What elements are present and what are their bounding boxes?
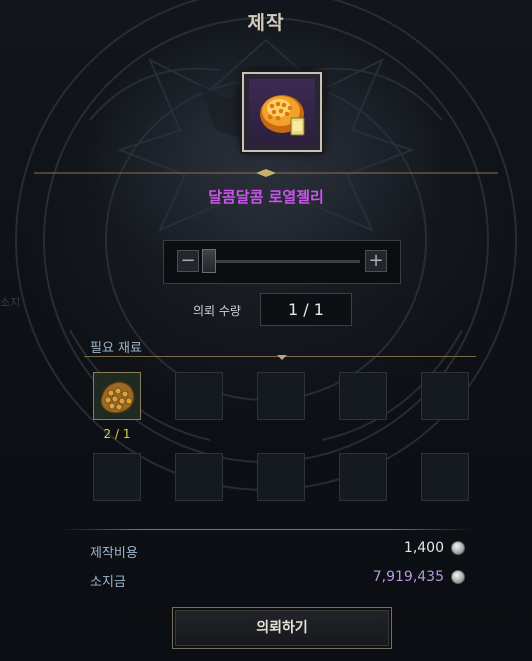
balance-label: 소지금 bbox=[90, 575, 126, 590]
increase-quantity-button[interactable]: + bbox=[365, 250, 387, 272]
decrease-quantity-button[interactable]: − bbox=[177, 250, 199, 272]
material-slot-1[interactable] bbox=[93, 372, 141, 420]
item-name: 달콤달콤 로열젤리 bbox=[208, 188, 324, 206]
plus-icon: + bbox=[368, 250, 384, 271]
materials-section-label: 필요 재료 bbox=[90, 341, 142, 356]
quantity-label: 의뢰 수량 bbox=[193, 304, 241, 318]
silver-coin-icon bbox=[451, 570, 465, 584]
quantity-field[interactable]: 1 / 1 bbox=[260, 293, 352, 326]
craft-cost-label: 제작비용 bbox=[90, 546, 138, 561]
cost-divider bbox=[60, 529, 472, 530]
material-slot-5 bbox=[421, 372, 469, 420]
item-divider bbox=[34, 169, 498, 177]
materials-divider-arrow bbox=[277, 355, 287, 360]
material-slot-9 bbox=[339, 453, 387, 501]
material-slot-3 bbox=[257, 372, 305, 420]
slider-track[interactable] bbox=[204, 260, 360, 263]
crafted-item-slot[interactable] bbox=[242, 72, 322, 152]
slider-handle[interactable] bbox=[202, 249, 216, 273]
craft-cost-value: 1,400 bbox=[403, 540, 444, 556]
material-slot-2 bbox=[175, 372, 223, 420]
material-count: 2 / 1 bbox=[103, 427, 131, 441]
material-slot-4 bbox=[339, 372, 387, 420]
silver-coin-icon bbox=[451, 541, 465, 555]
quantity-slider[interactable]: − + bbox=[163, 240, 401, 284]
window-title: 제작 bbox=[247, 12, 285, 34]
material-slot-8 bbox=[257, 453, 305, 501]
minus-icon: − bbox=[180, 250, 196, 271]
material-slot-6 bbox=[93, 453, 141, 501]
royal-jelly-icon bbox=[260, 95, 305, 136]
balance-value: 7,919,435 bbox=[372, 569, 444, 585]
honeycomb-icon bbox=[100, 381, 135, 414]
material-slot-10 bbox=[421, 453, 469, 501]
side-label: 소지 bbox=[0, 296, 21, 309]
request-craft-button[interactable]: 의뢰하기 bbox=[172, 607, 392, 649]
material-slot-7 bbox=[175, 453, 223, 501]
